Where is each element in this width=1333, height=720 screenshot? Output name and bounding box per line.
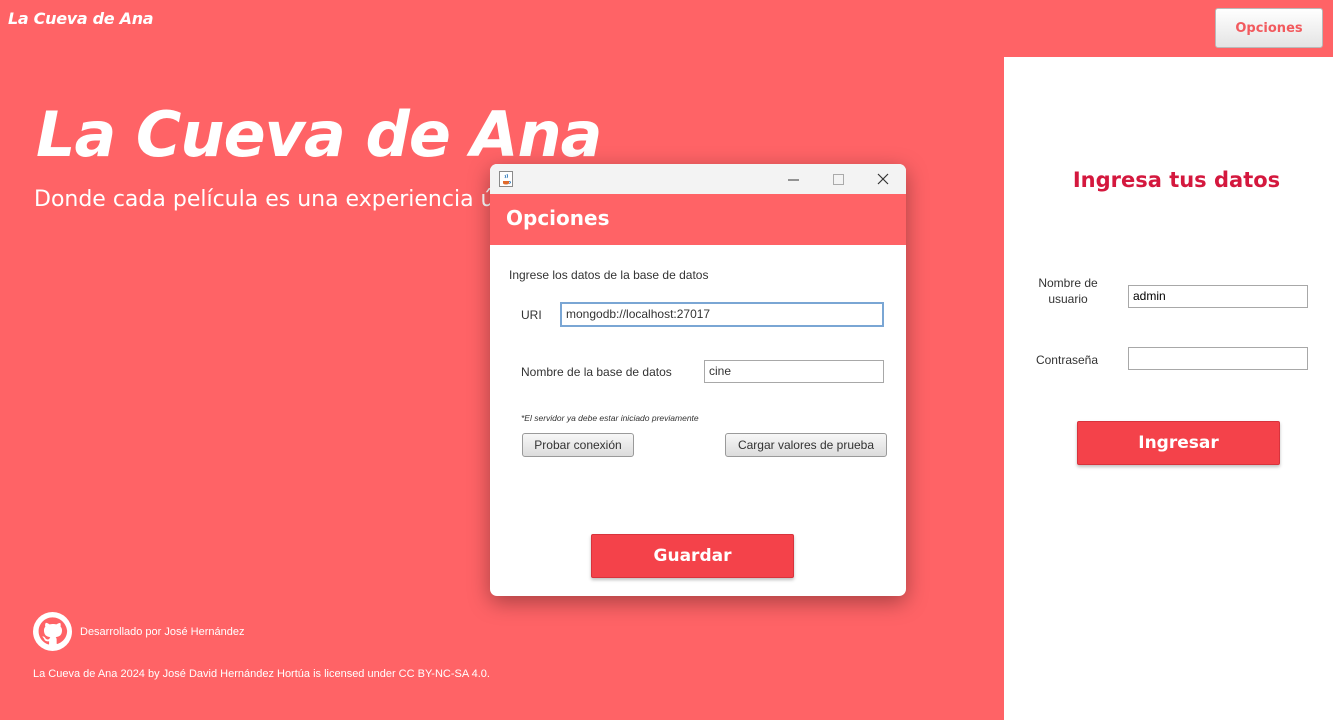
server-note: *El servidor ya debe estar iniciado prev… xyxy=(521,413,699,423)
options-dialog: Opciones Ingrese los datos de la base de… xyxy=(490,164,906,596)
github-icon[interactable] xyxy=(33,612,72,651)
dialog-header-title: Opciones xyxy=(506,206,610,230)
app-title: La Cueva de Ana xyxy=(8,9,154,28)
dialog-titlebar[interactable] xyxy=(490,164,906,194)
license-text: La Cueva de Ana 2024 by José David Herná… xyxy=(33,668,490,680)
username-input[interactable]: admin xyxy=(1128,285,1308,308)
password-input[interactable] xyxy=(1128,347,1308,370)
java-icon xyxy=(499,171,513,187)
uri-label: URI xyxy=(521,308,542,322)
username-label: Nombre de usuario xyxy=(1038,276,1098,306)
login-heading: Ingresa tus datos xyxy=(1072,168,1281,192)
login-panel: Ingresa tus datos Nombre de usuario admi… xyxy=(1004,57,1333,720)
uri-input[interactable]: mongodb://localhost:27017 xyxy=(560,302,884,327)
login-button[interactable]: Ingresar xyxy=(1077,421,1280,465)
test-connection-button[interactable]: Probar conexión xyxy=(522,433,634,457)
db-name-input[interactable]: cine xyxy=(704,360,884,383)
minimize-icon[interactable] xyxy=(771,164,815,194)
developer-text: Desarrollado por José Hernández xyxy=(80,625,245,638)
dialog-header: Opciones xyxy=(490,194,906,245)
save-button[interactable]: Guardar xyxy=(591,534,794,578)
close-icon[interactable] xyxy=(861,164,905,194)
maximize-icon[interactable] xyxy=(816,164,860,194)
hero-subtitle: Donde cada película es una experiencia ú… xyxy=(34,187,515,212)
options-button[interactable]: Opciones xyxy=(1215,8,1323,48)
developer-credit: Desarrollado por José Hernández xyxy=(33,612,244,651)
hero-title: La Cueva de Ana xyxy=(36,98,602,171)
db-name-label: Nombre de la base de datos xyxy=(521,365,672,379)
load-test-values-button[interactable]: Cargar valores de prueba xyxy=(725,433,887,457)
password-label: Contraseña xyxy=(1035,353,1099,367)
dialog-intro: Ingrese los datos de la base de datos xyxy=(509,268,709,282)
